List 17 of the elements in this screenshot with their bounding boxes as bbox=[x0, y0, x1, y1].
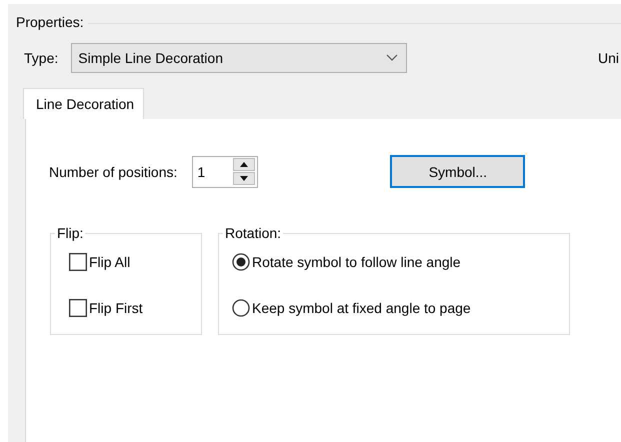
section-label: Properties: bbox=[16, 14, 84, 30]
chevron-down-icon bbox=[386, 54, 398, 62]
option-label: Flip First bbox=[89, 300, 143, 316]
option-label: Flip All bbox=[89, 254, 130, 270]
checkbox[interactable] bbox=[69, 299, 87, 317]
number-spinner[interactable]: 1 bbox=[192, 156, 258, 188]
symbol-button[interactable]: Symbol... bbox=[390, 155, 526, 188]
field-label: Type: bbox=[24, 50, 58, 66]
tab[interactable]: Line Decoration bbox=[23, 88, 144, 119]
radio-button[interactable] bbox=[232, 299, 250, 317]
radio-button[interactable] bbox=[232, 253, 250, 271]
option-label: Rotate symbol to follow line angle bbox=[252, 254, 461, 270]
field-label: Number of positions: bbox=[49, 164, 178, 180]
option-label: Keep symbol at fixed angle to page bbox=[252, 300, 471, 316]
checkbox[interactable] bbox=[69, 253, 87, 271]
field-label: Uni bbox=[598, 50, 619, 66]
type-dropdown[interactable]: Simple Line Decoration bbox=[71, 43, 408, 73]
